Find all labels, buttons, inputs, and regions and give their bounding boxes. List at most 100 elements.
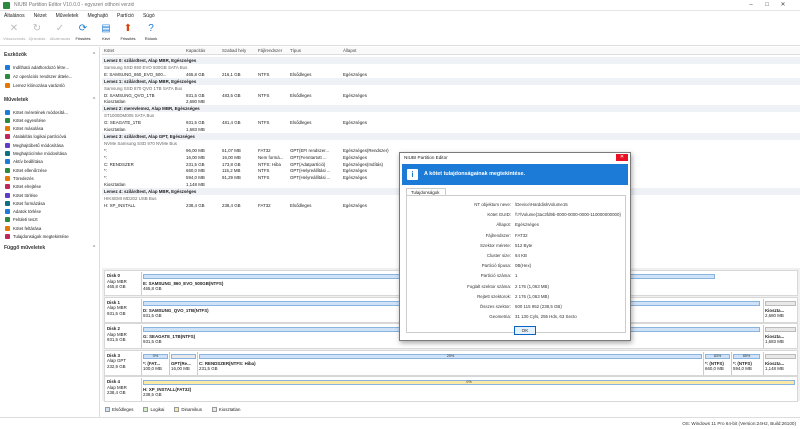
maximize-button[interactable]: □	[760, 0, 774, 11]
partition-block[interactable]: 0% H: XP_INSTALL(FAT32) 238,5 GB	[141, 378, 796, 401]
column-header-tipus[interactable]: Típus	[290, 48, 301, 53]
kotet-ellenorzese-label: Kötet ellenőrzése	[13, 167, 47, 173]
sidebar-item-kotet-masolasa[interactable]: Kötet másolása	[5, 125, 99, 133]
sidebar-item-kotet-elrejtese[interactable]: Kötet elrejtése	[5, 183, 99, 191]
unallocated-size: 2,680 MB	[765, 312, 784, 318]
kotet-elrejtese-label: Kötet elrejtése	[13, 184, 42, 190]
operation-icon	[5, 167, 10, 173]
property-row: Rejtett szektorok: 2 176 (1,063 MB)	[407, 294, 625, 301]
sidebar-item-az-operacios-rendszer-attele[interactable]: Az operációs rendszer áttele...	[5, 72, 99, 80]
ujravalas-button[interactable]: ↻ Újraválás	[26, 22, 48, 45]
disk-row[interactable]: Disk 3 Alap GPT 232,9 GB 0% *: (FAT... 100,0 …	[104, 349, 798, 376]
sidebar-item-kotet-formazasa[interactable]: Kötet formázása	[5, 199, 99, 207]
cell-kotet: G: SEAGATE_1TB	[104, 120, 141, 126]
disk-row[interactable]: Disk 4 Alap MBR 238,4 GB 0% H: XP_INSTALL(FA…	[104, 376, 798, 402]
menu-general[interactable]: Általános	[4, 13, 25, 19]
minimize-button[interactable]: –	[744, 0, 758, 11]
cell-szabad-hely: 16,00 MB	[222, 154, 241, 160]
app-logo-icon	[3, 1, 10, 9]
sidebar-item-kotet-feltarasa[interactable]: Kötet feltárása	[5, 224, 99, 232]
disk-type: Alap MBR	[107, 331, 127, 337]
menu-drive[interactable]: Meghajtó	[87, 13, 108, 19]
legend: Elsődleges Logikai Dinamikus Kiosztatlan	[102, 404, 800, 414]
column-header-kapacitas[interactable]: Kapacitás	[186, 48, 205, 53]
cell-kapacitas: 16,00 MB	[186, 154, 205, 160]
sidebar-item-meghajtocimke-modositasa[interactable]: Meghajtócímke módosítása	[5, 150, 99, 158]
sidebar-item-indithato-adathordozo-letre[interactable]: Indítható adathordozó létre...	[5, 63, 99, 71]
sidebar-item-aktiv-beallitasa[interactable]: Aktív beállítása	[5, 158, 99, 166]
sidebar-item-adatok-torlese[interactable]: Adatok törlése	[5, 208, 99, 216]
redo-icon: ↻	[32, 23, 42, 34]
disk-size: 232,9 GB	[107, 363, 126, 369]
unallocated-block[interactable]: Kioszta... 2,680 MB	[763, 298, 797, 322]
cell-allapot: Egészséges	[343, 175, 367, 181]
disk-type: Alap GPT	[107, 358, 127, 363]
dialog-title: NIUBI Partition Editor	[400, 153, 630, 162]
sidebar-item-toredezes[interactable]: Töredezés	[5, 174, 99, 182]
sidebar-item-atalakitas-logikai-particiova[interactable]: Átalakítás logikai partícióvá	[5, 133, 99, 141]
disk-size: 931,5 GB	[107, 310, 126, 316]
column-header-allapot[interactable]: Állapot	[343, 48, 356, 53]
sidebar-item-kotet-meretenek-modosita[interactable]: Kötet méretének módosítá...	[5, 108, 99, 116]
meghajtobetu-modositasa-label: Meghajtóbetű módosítása	[13, 142, 64, 148]
legend-label: Dinamikus	[181, 406, 202, 412]
chevron-up-icon[interactable]: ⌃	[92, 97, 96, 103]
partition-block[interactable]: 85% *: (NTFS) 594,0 MB	[731, 351, 761, 375]
window-title: NIUBI Partition Editor V10.0.0 - egyszer…	[14, 2, 135, 8]
chevron-up-icon[interactable]: ⌃	[92, 245, 96, 251]
visszavonas-button[interactable]: ✕ Visszavonás	[3, 22, 25, 45]
toolbar: ✕ Visszavonás ↻ Újraválás ✓ Alkalmazás ⟳ Frissí…	[0, 21, 800, 46]
cell-tipus: GPT(Helyreállítási ...	[290, 168, 331, 174]
disk-name: Disk 4	[107, 379, 120, 384]
section-tools[interactable]: Eszközök ⌃	[4, 52, 96, 58]
toredezes-label: Töredezés	[13, 175, 34, 181]
kezi-button[interactable]: ▤ Kézi	[95, 22, 117, 45]
property-key: Kötet GUID:	[487, 212, 511, 218]
frissites-button[interactable]: ⬆ Frissítés	[117, 22, 139, 45]
frissites-button[interactable]: ⟳ Frissítés	[72, 22, 94, 45]
rolunk-button[interactable]: ? Rólunk	[140, 22, 162, 45]
unallocated-block[interactable]: Kioszta... 1,148 MB	[763, 351, 797, 375]
cell-tipus: Elsődleges	[290, 71, 312, 77]
menu-help[interactable]: Súgó	[143, 13, 155, 19]
unallocated-size: 1,148 MB	[765, 365, 784, 371]
menu-operations[interactable]: Műveletek	[56, 13, 79, 19]
partition-block[interactable]: 25% C: RENDSZER(NTFS: Hiba) 231,5 GB	[197, 351, 703, 375]
cell-kapacitas: 931,5 GB	[186, 120, 205, 126]
dialog-close-button[interactable]: ✕	[616, 154, 628, 161]
cell-tipus: Elsődleges	[290, 120, 312, 126]
sidebar-item-lemez-klonozasa-varazslo[interactable]: Lemez klónozása varázsló	[5, 81, 99, 89]
sidebar-item-kotet-ellenorzese[interactable]: Kötet ellenőrzése	[5, 166, 99, 174]
sidebar-item-tulajdonsagok-megtekintese[interactable]: Tulajdonságok megtekintése	[5, 233, 99, 241]
ok-button[interactable]: OK	[514, 326, 536, 335]
sidebar-item-meghajtobetu-modositasa[interactable]: Meghajtóbetű módosítása	[5, 141, 99, 149]
column-header-fajlrendszer[interactable]: Fájlrendszer	[258, 48, 282, 53]
partition-block[interactable]: GPT(Re... 16,00 MB	[169, 351, 197, 375]
disk-label: Disk 1 Alap MBR 931,5 GB	[107, 300, 141, 322]
legend-swatch	[174, 406, 180, 412]
chevron-up-icon[interactable]: ⌃	[92, 52, 96, 58]
cell-kotet: HIKSEMI MD202 USB Bus	[104, 196, 157, 201]
section-operations[interactable]: Műveletek ⌃	[4, 97, 96, 103]
sidebar-item-feluleti-teszt[interactable]: Felületi teszt	[5, 216, 99, 224]
cell-tipus: GPT(Adatpartíció)	[290, 161, 326, 167]
partition-block[interactable]: 0% *: (FAT... 100,0 MB	[141, 351, 169, 375]
disk-name: Disk 0	[107, 273, 120, 278]
operation-icon	[5, 175, 10, 181]
sidebar-item-kotet-egyesitese[interactable]: Kötet egyesítése	[5, 116, 99, 124]
menu-partition[interactable]: Partíció	[117, 13, 134, 19]
frissites-label: Frissítés	[120, 36, 136, 41]
cell-allapot: Egészséges(Indítás)	[343, 161, 384, 167]
close-button[interactable]: ✕	[776, 0, 790, 11]
section-pending-operations[interactable]: Függő műveletek ⌃	[4, 245, 96, 251]
operation-icon	[5, 134, 10, 140]
sidebar-item-kotet-torlese[interactable]: Kötet törlése	[5, 191, 99, 199]
column-header-kotet[interactable]: Kötet	[104, 48, 114, 53]
column-header-szabad-hely[interactable]: Szabad hely	[222, 48, 246, 53]
partition-block[interactable]: 83% *: (NTFS) 660,0 MB	[703, 351, 731, 375]
operation-icon	[5, 142, 10, 148]
alkalmazas-button[interactable]: ✓ Alkalmazás	[49, 22, 71, 45]
partition-usage-bar	[171, 353, 196, 359]
unallocated-block[interactable]: Kioszta... 1,683 MB	[763, 325, 797, 348]
menu-view[interactable]: Nézet	[34, 13, 47, 19]
